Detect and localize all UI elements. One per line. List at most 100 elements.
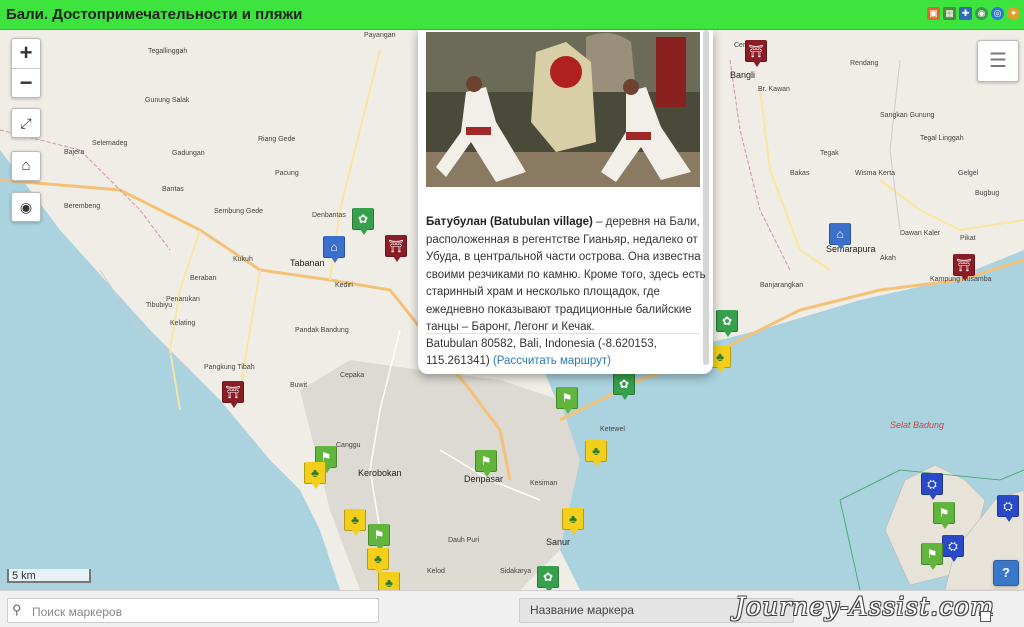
place-label: Pikat [960,235,976,242]
home-button[interactable]: ⌂ [11,151,41,181]
zoom-out-button[interactable]: − [12,68,40,98]
dive-marker[interactable]: ⛭ [921,473,943,500]
place-label: Kerobokan [358,468,402,478]
watermark: Journey-Assist.com [735,592,995,621]
place-label: Akah [880,255,896,262]
palm-icon: ♣ [592,444,600,458]
flag-icon: ⚑ [926,547,938,561]
palace-marker[interactable]: ⌂ [323,236,345,263]
diver-icon: ⛭ [1003,499,1013,513]
place-label: Dauh Puri [448,537,480,544]
place-label: Selemadeg [92,140,128,147]
beach-marker[interactable]: ♣ [304,462,326,489]
place-label: Banjarangkan [760,282,804,289]
place-label: Gelgel [958,170,979,177]
place-label: Berembeng [64,203,101,210]
dive-marker[interactable]: ⛭ [942,535,964,562]
place-label: Dawan Kaler [900,230,941,237]
flag-icon: ⚑ [561,391,573,405]
temple-marker[interactable]: ⛩ [745,40,767,67]
beach-marker[interactable]: ♣ [344,509,366,536]
place-label: Bakas [790,170,810,177]
place-label: Sanur [546,537,571,547]
temple-marker[interactable]: ⛩ [953,254,975,281]
temple-icon: ⛩ [388,239,404,253]
place-label: Buwit [290,382,308,389]
flower-icon: ✿ [542,570,554,584]
puzzle-icon[interactable]: ✚ [959,7,972,20]
search-input[interactable] [30,601,374,622]
garden-marker[interactable]: ✿ [537,566,559,590]
popup-divider [426,333,700,334]
palace-marker[interactable]: ⌂ [829,223,851,250]
temple-marker[interactable]: ⛩ [385,235,407,262]
dive-marker[interactable]: ⛭ [997,495,1019,522]
palace-icon: ⌂ [836,227,844,241]
beach-marker[interactable]: ♣ [562,508,584,535]
popup-address: Batubulan 80582, Bali, Indonesia (-8.620… [426,336,706,370]
fullscreen-button[interactable]: ⤢ [11,108,41,138]
place-label: Bangli [730,70,756,80]
layers-icon: ☰ [989,50,1007,72]
map-area[interactable]: Payangan Tegallinggah Gunung Salak Riang… [0,30,1024,590]
earth-icon[interactable]: ◎ [991,7,1004,20]
settings-icon[interactable]: ✦ [1007,7,1020,20]
page-title: Бали. Достопримечательности и пляжи [6,6,303,23]
home-icon: ⌂ [21,157,31,174]
flag-marker[interactable]: ⚑ [921,543,943,570]
zoom-control: + − [11,38,41,98]
garden-marker[interactable]: ✿ [352,208,374,235]
popup-photo [426,32,700,187]
help-button[interactable]: ? [993,560,1019,586]
palm-icon: ♣ [716,350,724,364]
marker-popup: Батубулан (Batubulan village) – деревня … [418,30,713,374]
flag-marker[interactable]: ⚑ [933,502,955,529]
beach-marker[interactable]: ♣ [378,572,400,590]
place-label: Tegak [820,150,839,157]
garden-marker[interactable]: ✿ [613,373,635,400]
locate-button[interactable]: ◉ [11,192,41,222]
place-label: Pangkung Tibah [204,364,255,371]
place-label: Cepaka [340,372,365,379]
place-label: Kelating [170,320,196,327]
layers-button[interactable]: ☰ [977,40,1019,82]
temple-marker[interactable]: ⛩ [222,381,244,408]
place-label: Wisma Kerta [855,170,896,177]
temple-icon: ⛩ [225,385,241,399]
garden-marker[interactable]: ✿ [716,310,738,337]
flag-marker[interactable]: ⚑ [475,450,497,477]
diver-icon: ⛭ [927,477,937,491]
place-label: Tegal Linggah [920,135,964,142]
search-box: ⚲ [7,598,379,623]
zoom-in-button[interactable]: + [12,39,40,68]
resize-handle[interactable] [980,611,991,622]
grid-icon[interactable]: ▦ [943,7,956,20]
route-link[interactable]: (Рассчитать маршрут) [493,355,611,367]
flag-marker[interactable]: ⚑ [556,387,578,414]
place-label: Semarapura [826,244,876,254]
place-label: Gunung Salak [145,97,190,104]
place-label: Sidakarya [500,568,532,575]
palm-icon: ♣ [385,576,393,590]
palm-icon: ♣ [311,466,319,480]
flag-marker[interactable]: ⚑ [368,524,390,551]
beach-marker[interactable]: ♣ [367,548,389,575]
flower-icon: ✿ [721,314,733,328]
bottom-bar: ⚲ Название маркера Journey-Assist.com [0,590,1024,627]
flag-icon: ⚑ [373,528,385,542]
place-label: Bajera [64,149,85,156]
place-label: Kediri [335,282,353,289]
beach-marker[interactable]: ♣ [585,440,607,467]
place-label: Rendang [850,60,879,67]
palm-icon: ♣ [569,512,577,526]
globe-icon[interactable]: ◉ [975,7,988,20]
map-icon[interactable]: ▣ [927,7,940,20]
flag-icon: ⚑ [938,506,950,520]
popup-description-text: – деревня на Бали, расположенная в реген… [426,216,706,333]
place-label: Beraban [190,275,217,282]
place-label: Kukuh [233,256,253,263]
place-label: Tibubiyu [146,302,173,309]
place-label: Tegallinggah [148,48,188,55]
place-label: Kesiman [530,480,558,487]
place-label: Riang Gede [258,136,296,143]
